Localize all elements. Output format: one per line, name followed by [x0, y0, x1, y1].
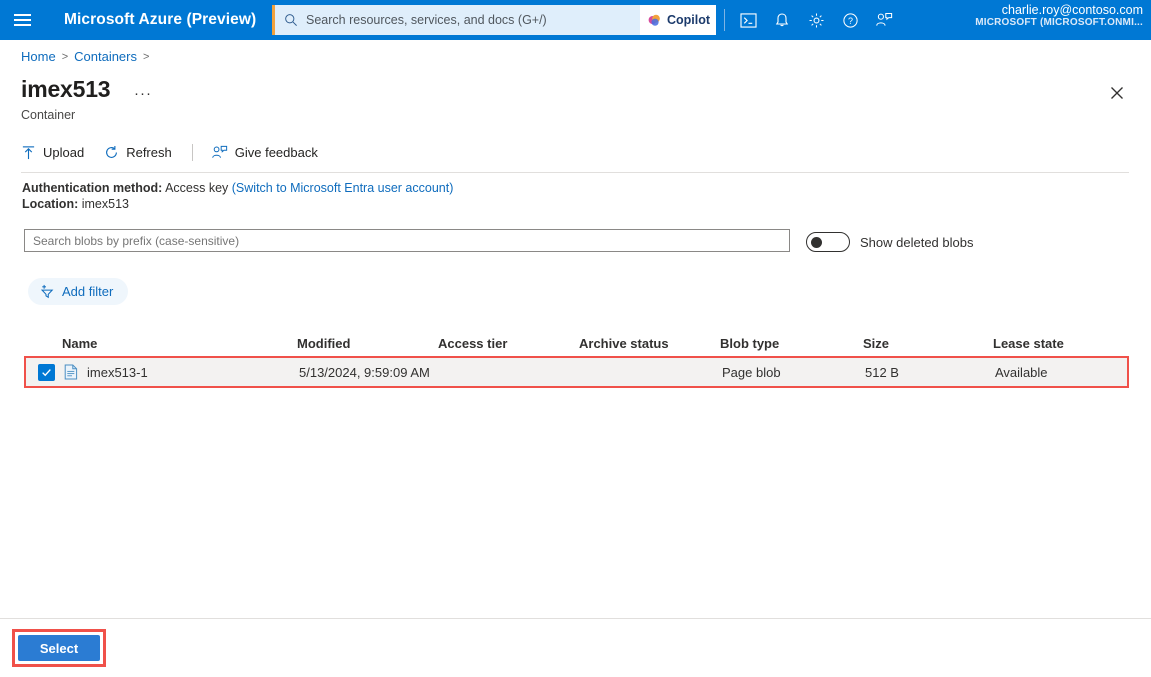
copilot-icon: [648, 14, 660, 26]
give-feedback-button[interactable]: Give feedback: [211, 145, 318, 160]
upload-button[interactable]: Upload: [21, 145, 84, 160]
global-search-container: Search resources, services, and docs (G+…: [272, 5, 716, 35]
authentication-method-value: Access key: [165, 181, 229, 195]
cell-blob-type: Page blob: [722, 364, 781, 380]
add-filter-label: Add filter: [62, 284, 114, 299]
account-organization: MICROSOFT (MICROSOFT.ONMI...: [975, 17, 1143, 29]
copilot-label: Copilot: [667, 13, 711, 27]
switch-to-entra-link[interactable]: (Switch to Microsoft Entra user account): [232, 181, 454, 195]
column-header-name[interactable]: Name: [62, 336, 297, 351]
command-bar: Upload Refresh Give feedback: [21, 138, 338, 166]
column-header-lease-state[interactable]: Lease state: [993, 336, 1123, 351]
top-navigation-bar: Microsoft Azure (Preview) Search resourc…: [0, 0, 1151, 40]
cell-modified: 5/13/2024, 9:59:09 AM: [299, 364, 430, 380]
table-header-row: Name Modified Access tier Archive status…: [24, 330, 1129, 356]
feedback-person-icon: [211, 145, 227, 158]
hamburger-menu-icon[interactable]: [0, 0, 44, 40]
global-search-placeholder: Search resources, services, and docs (G+…: [306, 13, 547, 27]
show-deleted-blobs-row: Show deleted blobs: [806, 232, 973, 252]
refresh-label: Refresh: [126, 144, 172, 160]
row-select-cell: [26, 363, 64, 381]
settings-gear-icon[interactable]: [799, 0, 833, 40]
cell-size: 512 B: [865, 364, 899, 380]
copilot-button[interactable]: Copilot: [640, 5, 716, 35]
location-label: Location:: [22, 197, 79, 211]
help-question-icon[interactable]: ?: [833, 0, 867, 40]
cloud-shell-icon[interactable]: [731, 0, 765, 40]
give-feedback-label: Give feedback: [234, 144, 318, 160]
cell-name: imex513-1: [64, 364, 299, 380]
cell-name-text: imex513-1: [87, 364, 148, 380]
show-deleted-blobs-toggle[interactable]: [806, 232, 850, 252]
account-email: charlie.roy@contoso.com: [1001, 3, 1143, 17]
authentication-method-line: Authentication method: Access key (Switc…: [22, 181, 453, 195]
column-header-archive-status[interactable]: Archive status: [579, 336, 720, 351]
select-button[interactable]: Select: [18, 635, 100, 661]
command-bar-divider: [191, 143, 193, 161]
column-header-modified[interactable]: Modified: [297, 336, 438, 351]
toggle-knob: [811, 237, 822, 248]
upload-label: Upload: [43, 144, 85, 160]
command-bar-rule: [21, 172, 1129, 173]
upload-arrow-icon: [22, 145, 35, 159]
close-icon[interactable]: [1106, 82, 1128, 104]
column-header-blob-type[interactable]: Blob type: [720, 336, 863, 351]
column-header-size[interactable]: Size: [863, 336, 993, 351]
footer-divider: [0, 618, 1151, 619]
location-value: imex513: [81, 197, 129, 211]
search-icon: [285, 14, 297, 26]
location-line: Location: imex513: [22, 197, 129, 211]
notifications-bell-icon[interactable]: [765, 0, 799, 40]
cell-lease-state: Available: [995, 364, 1048, 380]
authentication-method-label: Authentication method:: [22, 181, 163, 195]
select-button-highlight: Select: [12, 629, 106, 667]
svg-text:?: ?: [848, 16, 853, 26]
hamburger-icon: [13, 11, 31, 29]
blob-file-icon: [64, 364, 78, 380]
breadcrumb-separator: >: [143, 50, 150, 63]
blob-prefix-search-input[interactable]: Search blobs by prefix (case-sensitive): [24, 229, 790, 252]
add-filter-icon: [40, 284, 54, 299]
account-info[interactable]: charlie.roy@contoso.com MICROSOFT (MICRO…: [975, 3, 1143, 29]
table-row[interactable]: imex513-1 5/13/2024, 9:59:09 AM Page blo…: [24, 356, 1129, 388]
top-bar-icon-group: ?: [724, 0, 901, 40]
add-filter-button[interactable]: Add filter: [28, 278, 129, 305]
refresh-button[interactable]: Refresh: [104, 145, 172, 160]
azure-brand-link[interactable]: Microsoft Azure (Preview): [64, 11, 256, 29]
blobs-table: Name Modified Access tier Archive status…: [24, 330, 1129, 388]
breadcrumb-separator: >: [61, 50, 69, 63]
page-subtitle: Container: [21, 108, 76, 122]
breadcrumb-item-containers[interactable]: Containers: [74, 49, 137, 64]
feedback-person-icon[interactable]: [867, 0, 901, 40]
column-header-access-tier[interactable]: Access tier: [438, 336, 579, 351]
refresh-icon: [106, 145, 118, 158]
checkmark-icon: [42, 368, 51, 376]
breadcrumb-item-home[interactable]: Home: [21, 49, 56, 64]
page-title-more-icon[interactable]: ···: [134, 85, 152, 102]
page-title: imex513: [21, 76, 111, 102]
top-bar-divider: [724, 9, 725, 31]
row-checkbox[interactable]: [38, 363, 55, 381]
global-search-input[interactable]: Search resources, services, and docs (G+…: [275, 5, 640, 35]
show-deleted-blobs-label: Show deleted blobs: [860, 234, 974, 250]
blob-prefix-search-placeholder: Search blobs by prefix (case-sensitive): [33, 233, 240, 248]
breadcrumb: Home > Containers >: [21, 49, 149, 64]
